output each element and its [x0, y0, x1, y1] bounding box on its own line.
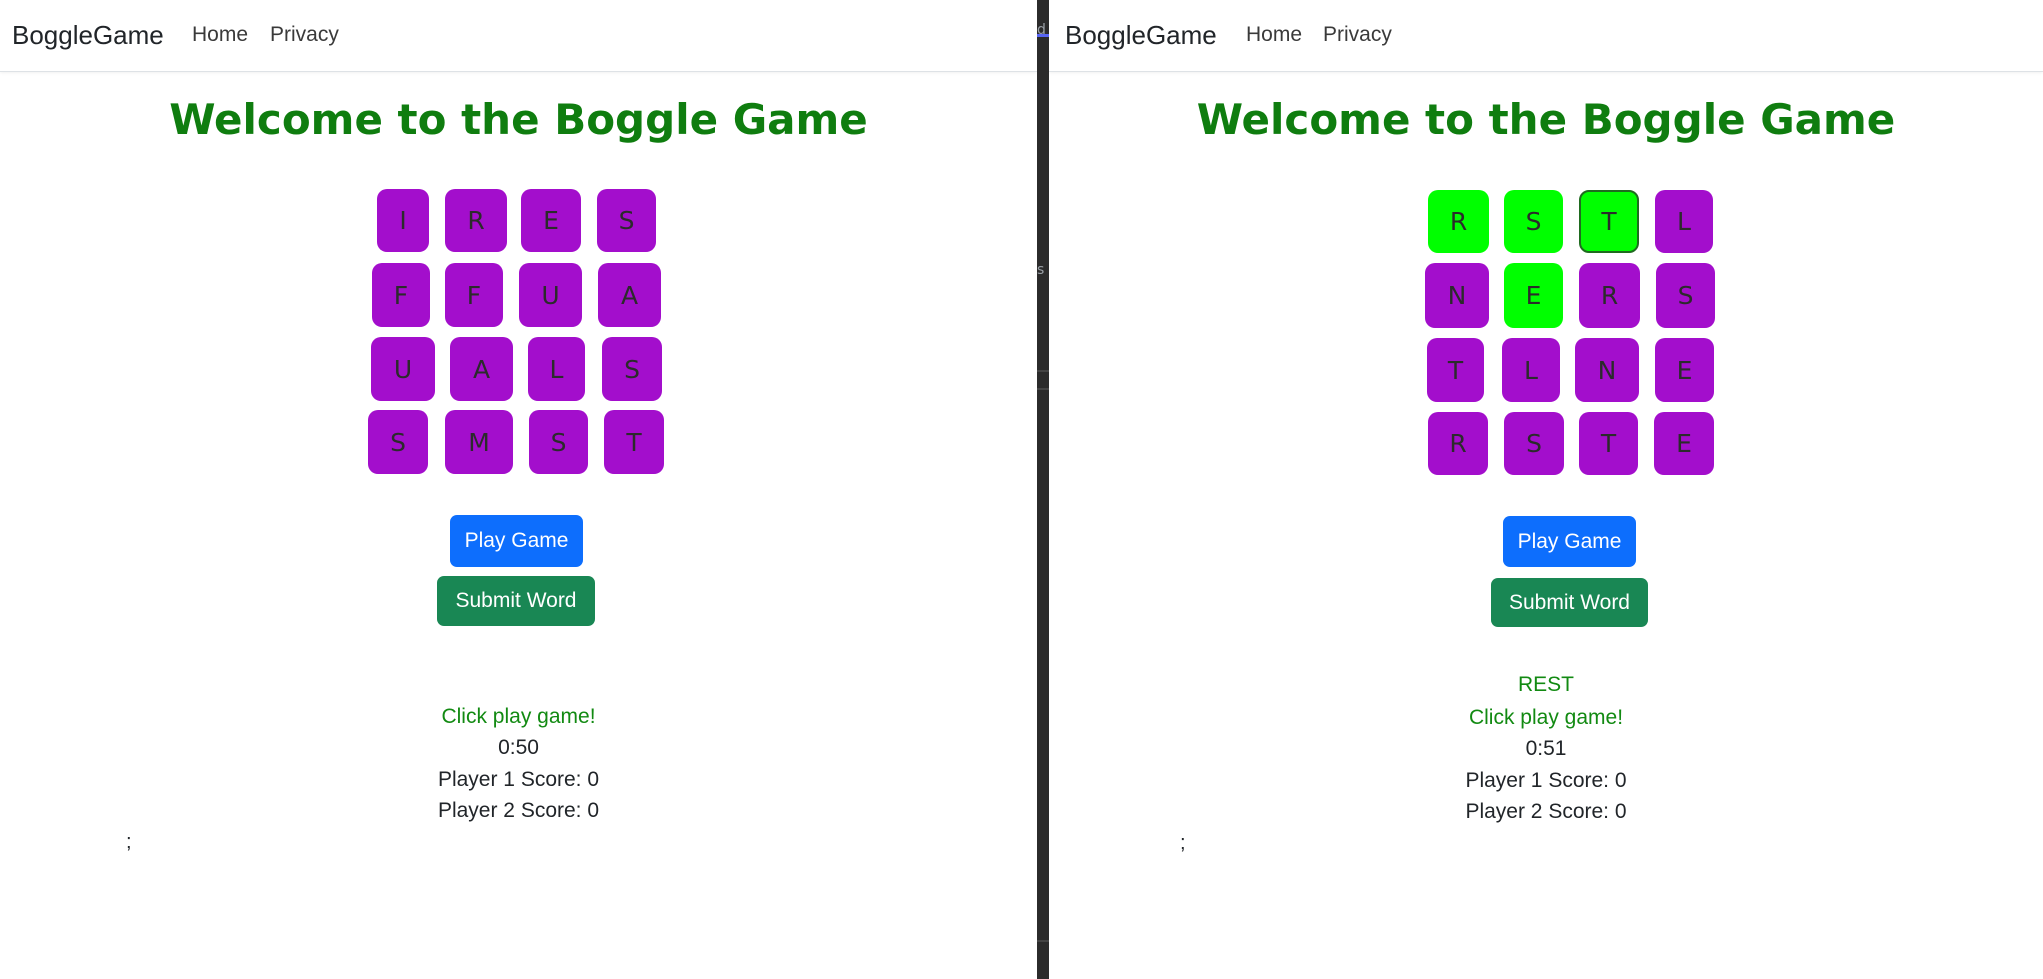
board-tile[interactable]: E [1655, 338, 1714, 402]
navbar: BoggleGame Home Privacy [0, 0, 1037, 72]
stray-text: ; [1180, 832, 1186, 854]
nav-link-privacy[interactable]: Privacy [1323, 23, 1392, 47]
submit-word-button[interactable]: Submit Word [1491, 578, 1648, 627]
board-tile[interactable]: U [371, 337, 435, 401]
board-tile-selected[interactable]: R [1428, 190, 1489, 253]
background-separator [1037, 388, 1049, 390]
board-tile[interactable]: R [1428, 412, 1488, 475]
board-tile[interactable]: T [1579, 412, 1638, 475]
board-tile[interactable]: S [597, 189, 656, 252]
board-tile[interactable]: L [1655, 190, 1713, 253]
board-tile[interactable]: N [1575, 338, 1639, 402]
board-tile-selected[interactable]: T [1579, 190, 1639, 253]
current-word: REST [1517, 673, 1574, 696]
board-tile[interactable]: F [372, 263, 430, 327]
page-title: Welcome to the Boggle Game [1196, 95, 1896, 144]
navbar-brand[interactable]: BoggleGame [12, 20, 164, 51]
stray-text: ; [126, 831, 132, 853]
board-tile[interactable]: F [445, 263, 503, 327]
board-tile[interactable]: S [602, 337, 662, 401]
board-tile-selected[interactable]: S [1504, 190, 1563, 253]
board-tile[interactable]: U [519, 263, 582, 327]
window-divider: de sh [1037, 0, 1049, 979]
background-accent-line [1037, 34, 1049, 37]
board-tile[interactable]: A [450, 337, 513, 401]
nav-link-privacy[interactable]: Privacy [270, 23, 339, 47]
board-tile[interactable]: S [368, 410, 428, 474]
background-separator [1037, 370, 1049, 372]
board-tile[interactable]: R [445, 189, 507, 252]
nav-link-home[interactable]: Home [1246, 23, 1302, 47]
board-tile[interactable]: S [1504, 412, 1564, 475]
board-tile[interactable]: E [1654, 412, 1714, 475]
board-tile[interactable]: M [445, 410, 513, 474]
board-tile[interactable]: T [604, 410, 664, 474]
board-tile[interactable]: E [521, 189, 581, 252]
game-message: Click play game! [441, 705, 596, 728]
right-browser-window: BoggleGame Home Privacy Welcome to the B… [1049, 0, 2043, 979]
game-message: Click play game! [1468, 706, 1624, 729]
page-title: Welcome to the Boggle Game [169, 95, 868, 144]
board-tile[interactable]: S [529, 410, 588, 474]
board-tile[interactable]: L [1502, 338, 1560, 402]
board-tile-selected[interactable]: E [1504, 263, 1563, 328]
player1-score: Player 1 Score: 0 [1465, 769, 1627, 792]
left-browser-window: BoggleGame Home Privacy Welcome to the B… [0, 0, 1037, 979]
background-text-fragment: sh [1037, 262, 1045, 278]
board-tile[interactable]: N [1425, 263, 1489, 328]
player2-score: Player 2 Score: 0 [1465, 800, 1627, 823]
board-tile[interactable]: S [1656, 263, 1715, 328]
board-tile[interactable]: R [1579, 263, 1640, 328]
board-tile[interactable]: I [377, 189, 429, 252]
timer: 0:50 [498, 736, 539, 759]
board-tile[interactable]: A [598, 263, 661, 327]
submit-word-button[interactable]: Submit Word [437, 576, 595, 626]
navbar: BoggleGame Home Privacy [1049, 0, 2043, 72]
nav-link-home[interactable]: Home [192, 23, 248, 47]
play-game-button[interactable]: Play Game [1503, 516, 1636, 567]
board-tile[interactable]: T [1427, 338, 1484, 402]
player2-score: Player 2 Score: 0 [437, 799, 600, 822]
background-separator [1037, 940, 1049, 942]
timer: 0:51 [1525, 737, 1567, 760]
player1-score: Player 1 Score: 0 [437, 768, 600, 791]
board-tile[interactable]: L [528, 337, 585, 401]
navbar-brand[interactable]: BoggleGame [1065, 20, 1217, 51]
play-game-button[interactable]: Play Game [450, 515, 583, 567]
